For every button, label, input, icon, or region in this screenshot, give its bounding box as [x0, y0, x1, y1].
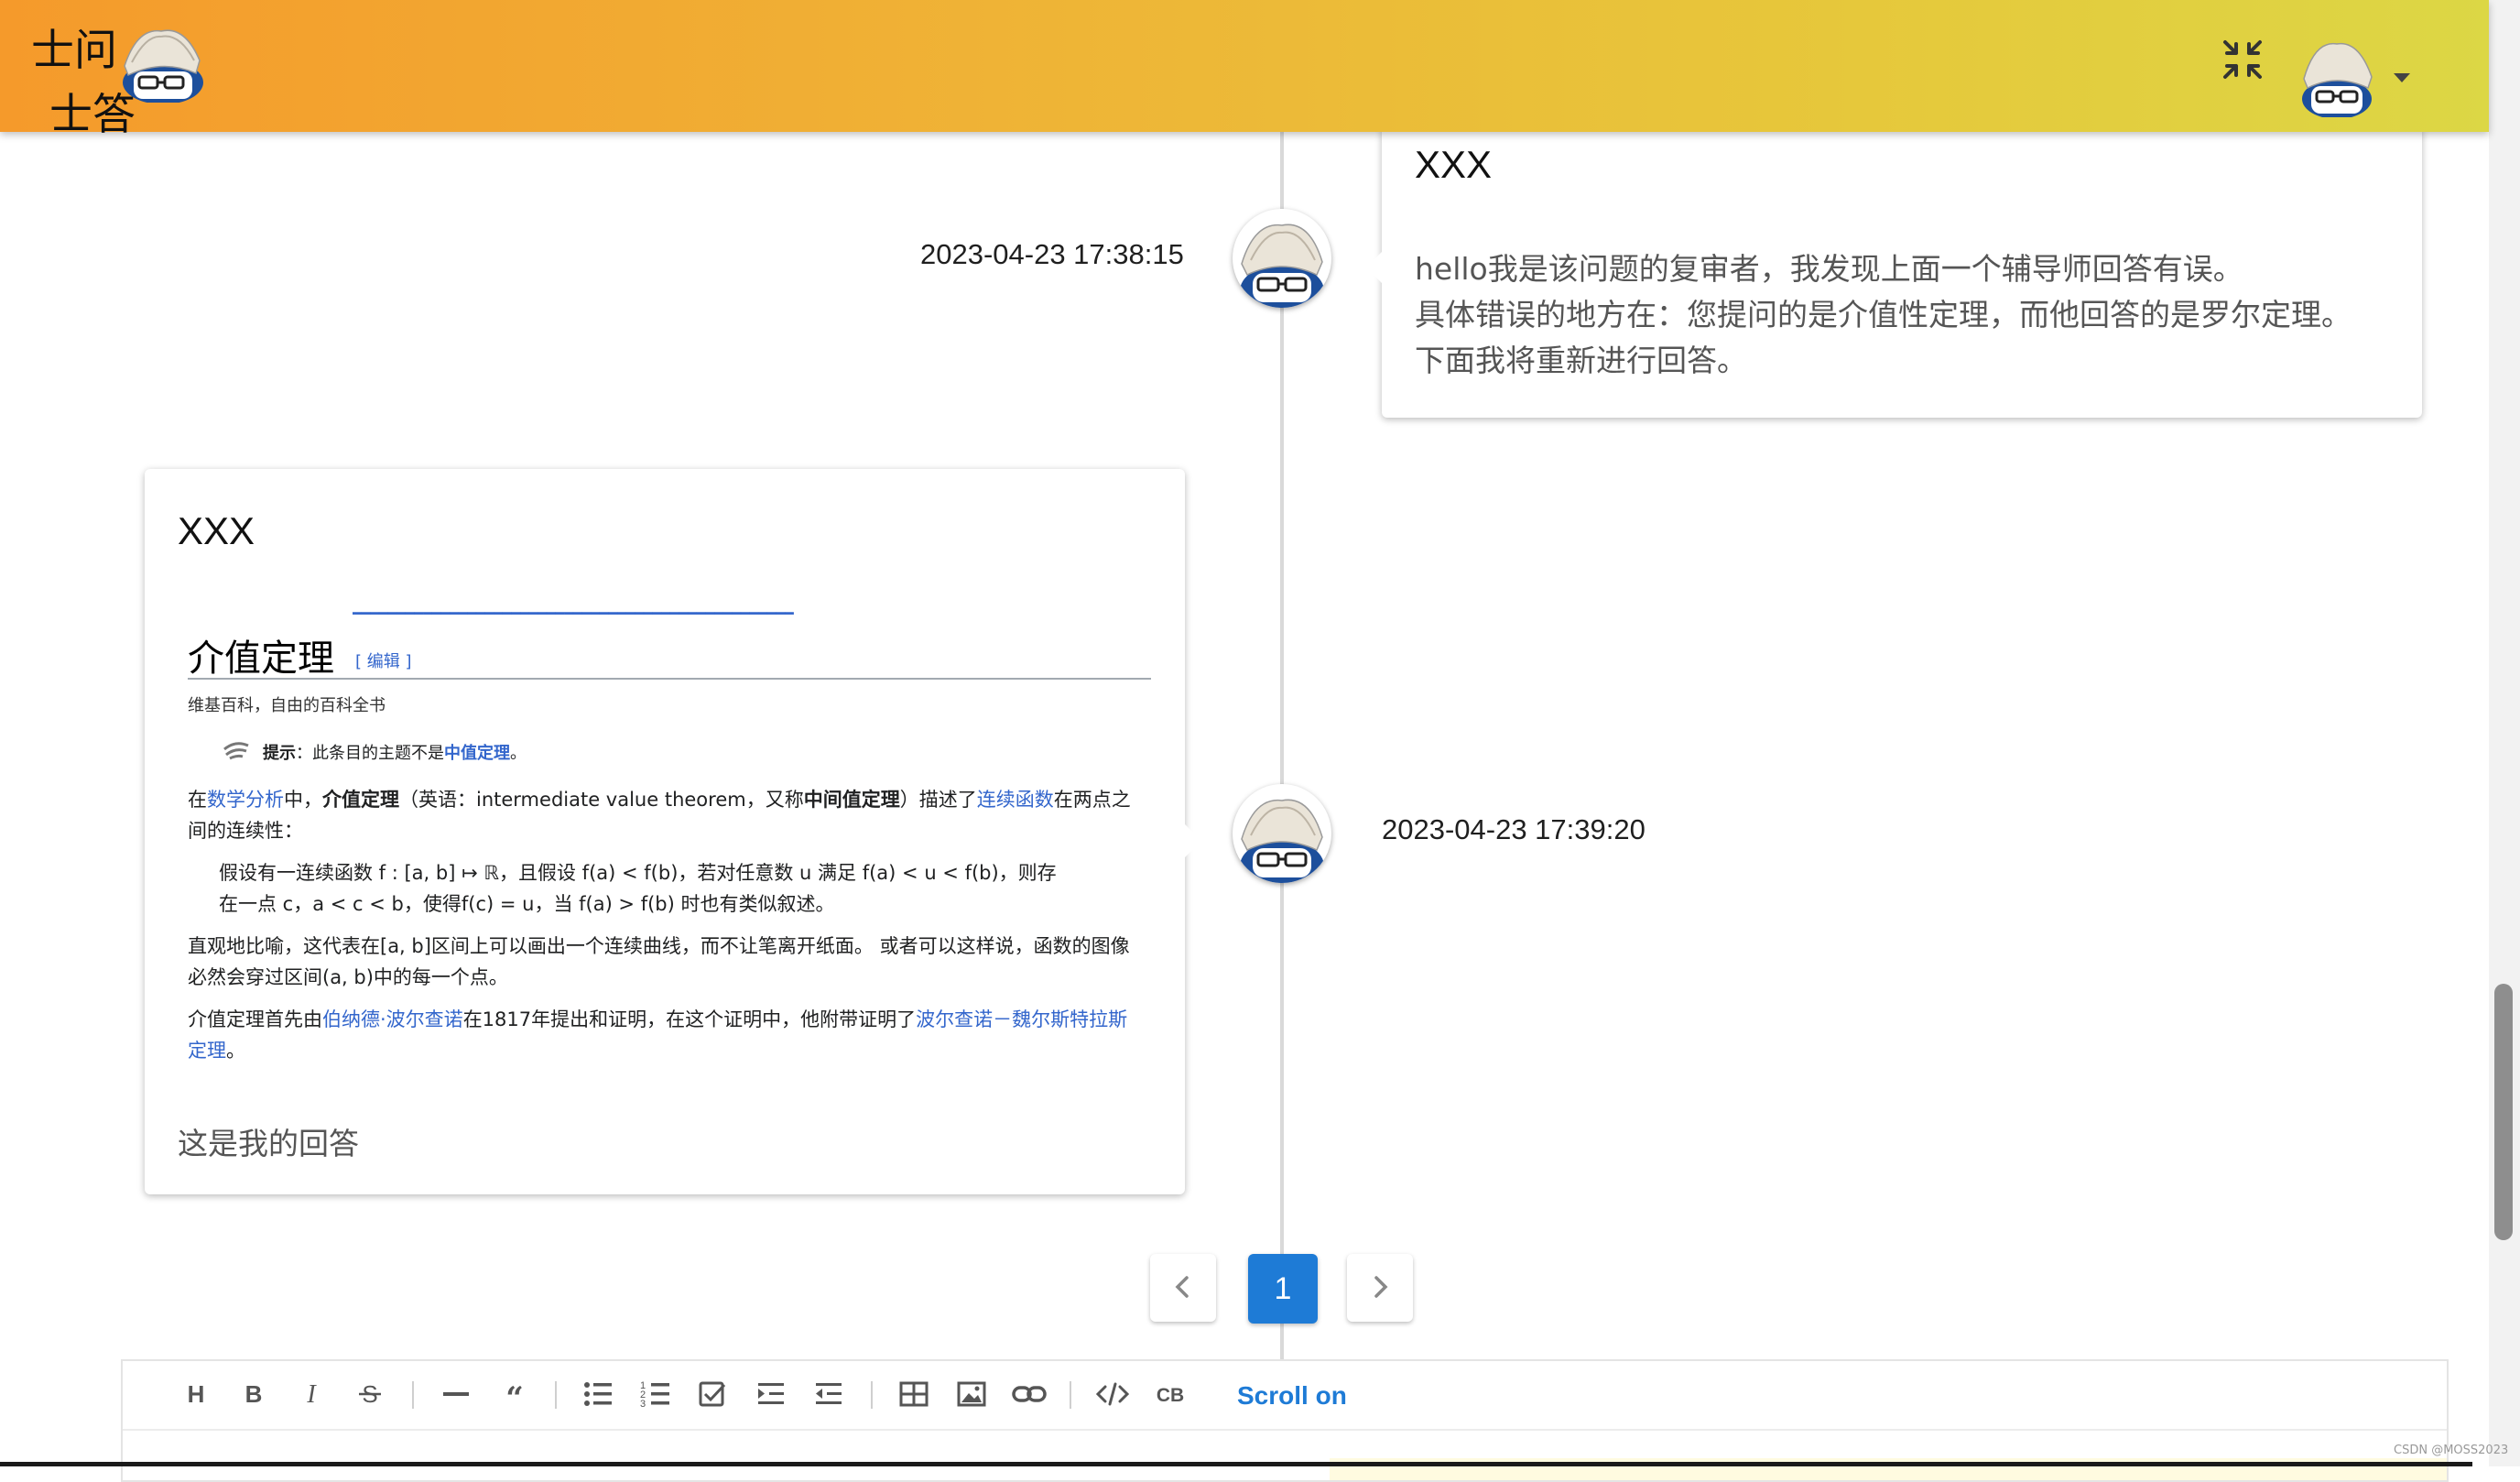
svg-text:I: I	[306, 1380, 317, 1409]
image-icon[interactable]	[951, 1374, 992, 1414]
table-icon[interactable]	[894, 1374, 934, 1414]
logo-mascot-icon	[110, 18, 205, 104]
user-avatar[interactable]	[2298, 35, 2375, 119]
quote-icon[interactable]: “	[494, 1374, 535, 1414]
message-card: XXX hello我是该问题的复审者，我发现上面一个辅导师回答有误。 具体错误的…	[1382, 125, 2422, 418]
chevron-right-icon	[1374, 1276, 1388, 1298]
svg-text:CB: CB	[1157, 1385, 1184, 1406]
entry-timestamp: 2023-04-23 17:38:15	[920, 238, 1184, 270]
reviewer-avatar	[1233, 209, 1331, 308]
card-body-line: hello我是该问题的复审者，我发现上面一个辅导师回答有误。	[1415, 251, 2243, 287]
wiki-subtitle: 维基百科，自由的百科全书	[188, 696, 386, 715]
heading-icon[interactable]: H	[176, 1374, 216, 1414]
svg-text:“: “	[505, 1380, 524, 1414]
outdent-icon[interactable]	[809, 1374, 849, 1414]
scroll-sync-toggle[interactable]: Scroll on	[1237, 1381, 1347, 1411]
card-body: hello我是该问题的复审者，我发现上面一个辅导师回答有误。 具体错误的地方在：…	[1415, 246, 2404, 384]
bold-icon[interactable]: B	[234, 1374, 274, 1414]
entry-timestamp: 2023-04-23 17:39:20	[1382, 813, 1646, 845]
wiki-hint: 提示：此条目的主题不是中值定理。	[263, 744, 527, 763]
wiki-theorem-statement: 假设有一连续函数 f : [a, b] ↦ ℝ，且假设 f(a) < f(b)，…	[219, 862, 1057, 915]
wiki-screenshot-image: ━━━━━━━━━━━━━━━━━━━━━━━━━━━━━━━━━━━━━━━━…	[188, 612, 1151, 1070]
caret-down-icon[interactable]	[2394, 73, 2410, 82]
page-button-current[interactable]: 1	[1248, 1254, 1318, 1324]
svg-text:H: H	[188, 1380, 205, 1408]
chevron-left-icon	[1175, 1276, 1189, 1298]
indent-icon[interactable]	[751, 1374, 791, 1414]
editor-toolbar: H B I S “ 123 CB Scroll on	[123, 1361, 2447, 1431]
card-pointer	[1366, 251, 1383, 284]
prev-page-button[interactable]	[1150, 1254, 1216, 1322]
toolbar-divider	[412, 1381, 414, 1409]
card-body-line: 具体错误的地方在：您提问的是介值性定理，而他回答的是罗尔定理。	[1415, 297, 2352, 332]
card-title: XXX	[1415, 143, 1493, 186]
code-block-icon[interactable]: CB	[1150, 1374, 1190, 1414]
bottom-edge	[0, 1462, 2472, 1466]
strikethrough-icon[interactable]: S	[350, 1374, 390, 1414]
svg-text:B: B	[245, 1380, 263, 1408]
italic-icon[interactable]: I	[291, 1374, 331, 1414]
next-page-button[interactable]	[1347, 1254, 1413, 1322]
ordered-list-icon[interactable]: 123	[635, 1374, 676, 1414]
svg-text:3: 3	[640, 1399, 646, 1410]
bullet-list-icon[interactable]	[578, 1374, 618, 1414]
fullscreen-exit-icon[interactable]	[2220, 37, 2265, 82]
card-pointer	[1185, 824, 1201, 857]
wiki-edit-link: [ 编辑 ]	[355, 652, 412, 671]
app-header: 士问 士答	[0, 0, 2489, 140]
card-title: XXX	[178, 509, 255, 552]
scrollbar-track[interactable]	[2489, 0, 2520, 1466]
answerer-avatar	[1233, 784, 1331, 883]
wiki-divider	[188, 678, 1151, 680]
task-list-icon[interactable]	[693, 1374, 733, 1414]
toolbar-divider	[555, 1381, 557, 1409]
disambiguation-icon	[223, 740, 250, 760]
wiki-cropped-line: ━━━━━━━━━━━━━━━━━━━━━━━━━━━━━━━━━━━━━━━━…	[353, 612, 1140, 619]
scrollbar-thumb[interactable]	[2494, 984, 2513, 1240]
wiki-paragraph: 直观地比喻，这代表在[a, b]区间上可以画出一个连续曲线，而不让笔离开纸面。 …	[188, 935, 1130, 988]
watermark: CSDN @MOSS2023	[2394, 1444, 2509, 1457]
card-footer-text: 这是我的回答	[178, 1126, 359, 1161]
wiki-title: 介值定理	[188, 637, 334, 680]
horizontal-rule-icon[interactable]	[436, 1374, 476, 1414]
wiki-paragraph: 在数学分析中，介值定理（英语：intermediate value theore…	[188, 789, 1131, 842]
code-icon[interactable]	[1092, 1374, 1133, 1414]
link-icon[interactable]	[1009, 1374, 1049, 1414]
wiki-paragraph: 介值定理首先由伯纳德·波尔查诺在1817年提出和证明，在这个证明中，他附带证明了…	[188, 1008, 1128, 1062]
logo-text-line1: 士问	[31, 26, 117, 76]
toolbar-divider	[871, 1381, 873, 1409]
card-body-line: 下面我将重新进行回答。	[1415, 343, 1747, 378]
toolbar-divider	[1070, 1381, 1071, 1409]
